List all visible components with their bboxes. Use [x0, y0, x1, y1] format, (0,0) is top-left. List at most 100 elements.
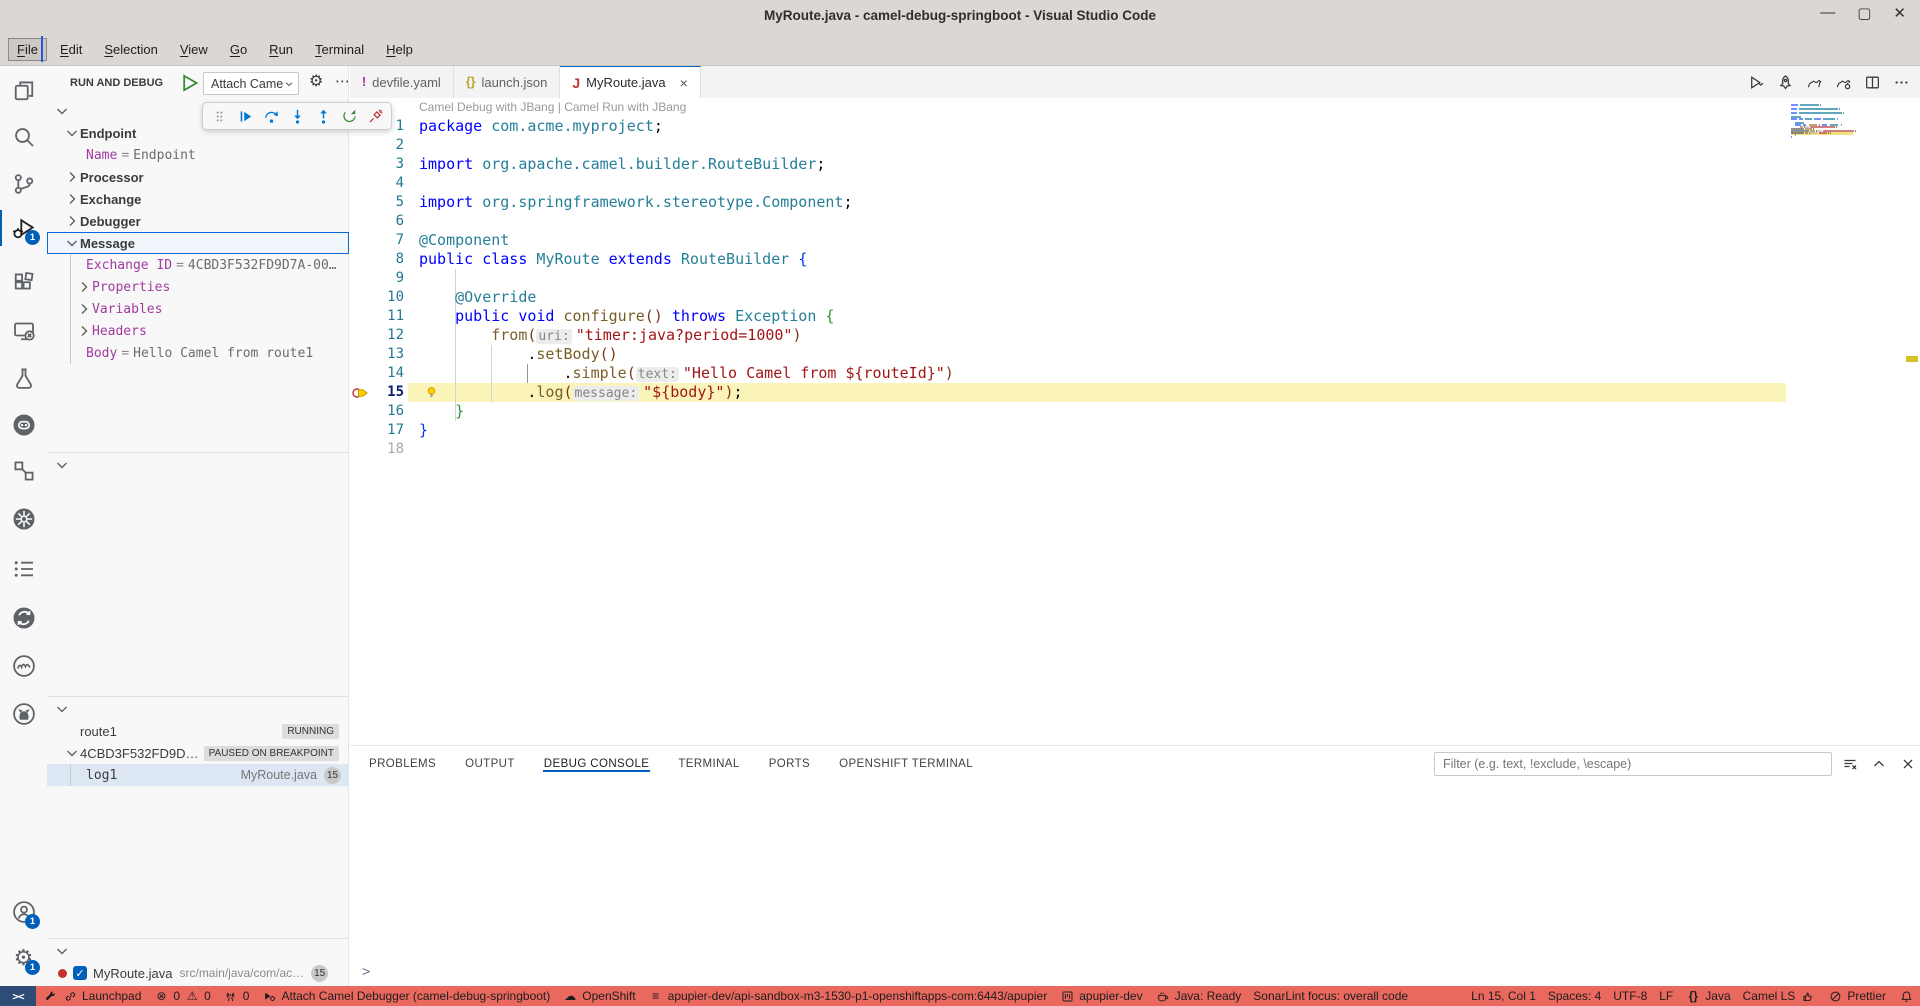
step-over-button[interactable] [259, 104, 283, 128]
variable-row-variables[interactable]: Variables [47, 298, 349, 320]
status-indentation[interactable]: Spaces: 4 [1542, 986, 1607, 1006]
panel-tab-ports[interactable]: PORTS [768, 749, 811, 779]
menu-run[interactable]: Run [260, 38, 302, 61]
line-number[interactable]: 4 [350, 174, 404, 193]
chevron-up-icon[interactable] [1871, 756, 1887, 772]
menu-go[interactable]: Go [221, 38, 256, 61]
panel-tab-output[interactable]: OUTPUT [464, 749, 516, 779]
panel-tab-debug-console[interactable]: DEBUG CONSOLE [543, 749, 651, 779]
menu-edit[interactable]: Edit [51, 38, 91, 61]
breakpoint-row[interactable]: ✓MyRoute.javasrc/main/java/com/ac…15 [47, 962, 349, 984]
breakpoint-checkbox[interactable]: ✓ [73, 966, 87, 980]
line-numbers-gutter[interactable]: 123456789101112131415161718 [350, 117, 404, 459]
variable-row-name[interactable]: Name=Endpoint [47, 144, 349, 166]
menu-terminal[interactable]: Terminal [306, 38, 373, 61]
camel-debug-icon[interactable] [1835, 74, 1852, 91]
code-line-16[interactable]: } [419, 402, 954, 421]
status-cursor-position[interactable]: Ln 15, Col 1 [1465, 986, 1542, 1006]
toolbar-drag-handle[interactable] [207, 104, 231, 128]
close-panel-icon[interactable] [1900, 756, 1916, 772]
status-project[interactable]: apupier-dev [1053, 986, 1148, 1006]
code-line-9[interactable] [419, 269, 954, 288]
filter-list-icon[interactable] [1842, 756, 1858, 772]
menu-selection[interactable]: Selection [95, 38, 166, 61]
line-number[interactable]: 9 [350, 269, 404, 288]
continue-button[interactable] [233, 104, 257, 128]
activity-accounts[interactable]: 1 [0, 892, 47, 932]
variable-row-exchange-id[interactable]: Exchange ID=4CBD3F532FD9D7A-00… [47, 254, 349, 276]
status-ports[interactable]: 0 [217, 986, 256, 1006]
debug-config-dropdown[interactable]: Attach Came [203, 72, 299, 95]
line-number[interactable]: 16 [350, 402, 404, 421]
status-eol[interactable]: LF [1653, 986, 1679, 1006]
restart-button[interactable] [337, 104, 361, 128]
call-stack-row-4cbd3f53[interactable]: 4CBD3F532FD9D…PAUSED ON BREAKPOINT [47, 742, 349, 764]
activity-run-and-debug[interactable]: 1 [0, 208, 47, 248]
code-content[interactable]: package com.acme.myproject;import org.ap… [419, 117, 954, 459]
variable-row-exchange[interactable]: Exchange [47, 188, 349, 210]
line-number[interactable]: 8 [350, 250, 404, 269]
status-launchpad[interactable]: Launchpad [36, 986, 147, 1006]
activity-remote-explorer[interactable] [0, 311, 47, 351]
minimize-icon[interactable]: — [1820, 4, 1835, 22]
code-line-14[interactable]: .simple(text:"Hello Camel from ${routeId… [419, 364, 954, 383]
activity-testing[interactable] [0, 358, 47, 398]
paused-breakpoint-arrow-icon[interactable] [352, 385, 369, 401]
more-actions-icon[interactable] [1893, 74, 1910, 91]
activity-robot-extension[interactable] [0, 405, 47, 445]
maximize-icon[interactable]: ▢ [1857, 4, 1871, 22]
activity-extensions[interactable] [0, 263, 47, 303]
variable-row-properties[interactable]: Properties [47, 276, 349, 298]
watch-section-header[interactable] [47, 454, 348, 476]
line-number[interactable]: 2 [350, 136, 404, 155]
call-stack-row-log1[interactable]: log1MyRoute.java15 [47, 764, 349, 786]
status-sonarlint[interactable]: SonarLint focus: overall code [1247, 986, 1414, 1006]
activity-checklist[interactable] [0, 549, 47, 589]
activity-settings[interactable]: ⚙1 [0, 938, 47, 978]
code-line-3[interactable]: import org.apache.camel.builder.RouteBui… [419, 155, 954, 174]
run-java-icon[interactable] [1748, 74, 1765, 91]
line-number[interactable]: 14 [350, 364, 404, 383]
code-editor[interactable]: Camel Debug with JBang | Camel Run with … [350, 98, 1920, 745]
activity-source-control[interactable] [0, 164, 47, 204]
activity-sync-extension[interactable] [0, 598, 47, 638]
code-line-6[interactable] [419, 212, 954, 231]
status-remote-indicator[interactable]: >< [0, 986, 36, 1006]
panel-tab-openshift-terminal[interactable]: OPENSHIFT TERMINAL [838, 749, 974, 779]
line-number[interactable]: 11 [350, 307, 404, 326]
code-line-2[interactable] [419, 136, 954, 155]
activity-kubernetes[interactable] [0, 499, 47, 539]
line-number[interactable]: 10 [350, 288, 404, 307]
line-number[interactable]: 3 [350, 155, 404, 174]
panel-tab-terminal[interactable]: TERMINAL [677, 749, 740, 779]
activity-search[interactable] [0, 117, 47, 157]
code-line-7[interactable]: @Component [419, 231, 954, 250]
code-line-5[interactable]: import org.springframework.stereotype.Co… [419, 193, 954, 212]
lightbulb-icon[interactable] [424, 385, 439, 400]
debug-console-filter-input[interactable] [1434, 752, 1832, 776]
status-encoding[interactable]: UTF-8 [1607, 986, 1653, 1006]
code-line-10[interactable]: @Override [419, 288, 954, 307]
tab-launch.json[interactable]: {}launch.json [454, 66, 561, 98]
status-language-mode[interactable]: {}Java [1679, 986, 1736, 1006]
disconnect-button[interactable] [363, 104, 387, 128]
activity-explorer[interactable] [0, 71, 47, 111]
code-line-8[interactable]: public class MyRoute extends RouteBuilde… [419, 250, 954, 269]
status-openshift[interactable]: ☁OpenShift [556, 986, 641, 1006]
gear-icon[interactable]: ⚙ [309, 74, 323, 90]
split-editor-icon[interactable] [1864, 74, 1881, 91]
variable-row-headers[interactable]: Headers [47, 320, 349, 342]
status-camel-ls[interactable]: Camel LS [1737, 986, 1822, 1006]
close-tab-icon[interactable]: × [680, 75, 688, 91]
status-java-status[interactable]: Java: Ready [1149, 986, 1248, 1006]
status-debug-session[interactable]: Attach Camel Debugger (camel-debug-sprin… [255, 986, 556, 1006]
status-notifications[interactable] [1892, 986, 1920, 1006]
code-line-15[interactable]: .log(message:"${body}"); [419, 383, 954, 402]
activity-camel[interactable] [0, 646, 47, 686]
variable-row-debugger[interactable]: Debugger [47, 210, 349, 232]
start-debug-button[interactable] [178, 72, 200, 94]
rocket-icon[interactable] [1777, 74, 1794, 91]
variable-row-processor[interactable]: Processor [47, 166, 349, 188]
debug-repl-prompt[interactable]: > [362, 964, 370, 980]
step-into-button[interactable] [285, 104, 309, 128]
